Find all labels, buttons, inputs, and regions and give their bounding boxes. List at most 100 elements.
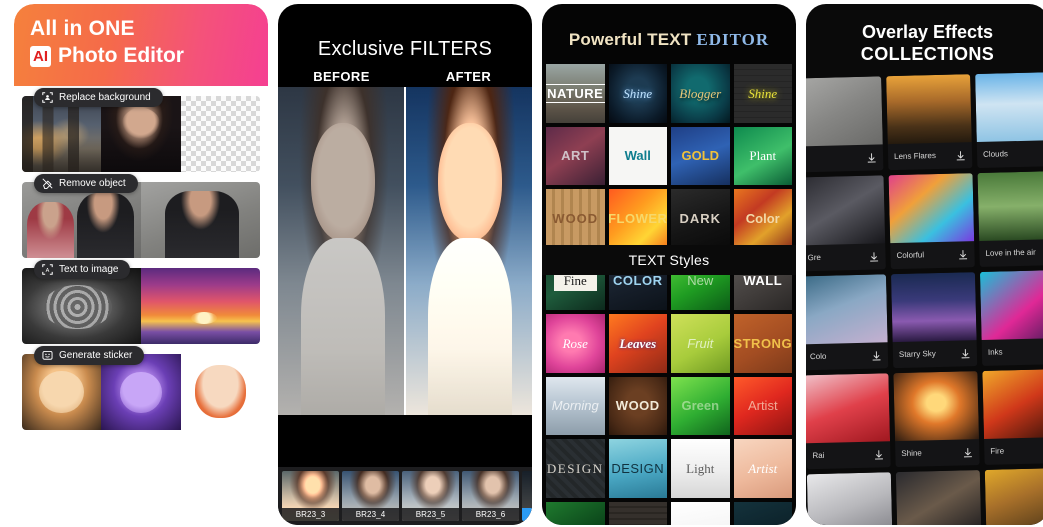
- text-style-tile[interactable]: Shine: [608, 64, 667, 123]
- text-style-tile[interactable]: Shine: [733, 64, 792, 123]
- text-style-tile[interactable]: SUPER: [546, 501, 605, 525]
- image-bw-rose: [22, 268, 141, 344]
- text-style-label: Blogger: [679, 85, 722, 101]
- text-style-tile[interactable]: Blogger: [671, 64, 730, 123]
- text-style-label: WOOD: [615, 398, 660, 414]
- text-style-label: Leaves: [619, 335, 657, 351]
- download-icon[interactable]: [873, 449, 884, 460]
- text-style-tile[interactable]: Morning: [546, 376, 605, 435]
- text-style-tile[interactable]: Color: [733, 189, 792, 248]
- before-after-compare[interactable]: [278, 87, 532, 415]
- overlay-label: Clouds: [982, 149, 1009, 159]
- text-style-label: Morning: [551, 398, 599, 414]
- overlay-card[interactable]: Gre: [806, 175, 886, 272]
- text-style-tile[interactable]: DESIGN: [608, 439, 667, 498]
- panel2-title: Exclusive FILTERS: [317, 38, 493, 60]
- screenshot-panel-overlays: Overlay Effects COLLECTIONS Lens Flares …: [806, 4, 1043, 525]
- text-style-tile[interactable]: DARK: [671, 189, 730, 248]
- text-style-label: WOOD: [552, 210, 599, 226]
- compare-divider-handle[interactable]: [404, 87, 406, 415]
- overlay-card[interactable]: Starry Sky: [890, 272, 978, 369]
- svg-text:A: A: [46, 268, 50, 274]
- text-style-tile[interactable]: Beauty: [671, 501, 730, 525]
- overlay-card[interactable]: Colo: [806, 274, 889, 371]
- text-style-label: COLOR: [613, 273, 663, 289]
- download-icon[interactable]: [962, 447, 973, 458]
- text-style-tile[interactable]: WOOD: [608, 376, 667, 435]
- feature-card-text-to-image[interactable]: A Text to image: [22, 260, 268, 344]
- feature-card-generate-sticker[interactable]: Generate sticker: [22, 346, 268, 430]
- text-style-tile[interactable]: FLOWER: [608, 189, 667, 248]
- text-style-label: Artist: [748, 460, 778, 476]
- overlay-card[interactable]: Lens Flares: [886, 74, 973, 171]
- text-style-tile[interactable]: Leaves: [608, 314, 667, 373]
- feature-label: Replace background: [59, 92, 151, 103]
- feature-images: [22, 96, 260, 172]
- image-transparent-checker: [180, 96, 260, 172]
- text-styles-overlay-label: TEXT Styles: [542, 245, 796, 275]
- text-style-tile[interactable]: STRONG: [733, 314, 792, 373]
- text-style-tile[interactable]: WOOD: [546, 189, 605, 248]
- overlay-collection-grid[interactable]: Lens Flares Clouds Gre Colorful Love in …: [806, 72, 1043, 525]
- image-woman-portrait: [101, 96, 181, 172]
- text-style-tile[interactable]: Wall: [608, 126, 667, 185]
- text-style-tile[interactable]: Light: [671, 439, 730, 498]
- download-icon[interactable]: [866, 152, 877, 163]
- feature-pill-generate-sticker: Generate sticker: [34, 346, 145, 365]
- filter-strip[interactable]: BR23_3 BR23_4 BR23_5 BR23_6 BR23_7 BR23_…: [278, 467, 532, 525]
- eraser-icon: [42, 178, 53, 189]
- download-icon[interactable]: [960, 348, 971, 359]
- text-style-label: SUPER: [552, 524, 599, 525]
- text-style-tile[interactable]: GOLD: [671, 126, 730, 185]
- download-icon[interactable]: [955, 150, 966, 161]
- overlay-card[interactable]: Inks: [979, 269, 1043, 366]
- filter-label: BR23_3: [282, 508, 339, 521]
- overlay-label: Inks: [987, 347, 1003, 357]
- text-style-label: DESIGN: [611, 460, 665, 476]
- text-style-label: WALL: [743, 273, 783, 289]
- overlay-card[interactable]: Love in the air: [977, 170, 1043, 268]
- feature-card-replace-background[interactable]: Replace background: [22, 88, 268, 172]
- screenshot-panel-filters: Exclusive FILTERS BEFORE AFTER BR23_3 BR…: [278, 4, 532, 525]
- panel2-spacer: [278, 415, 532, 467]
- filter-thumb[interactable]: BR23_5: [402, 471, 459, 521]
- app-store-screenshot-gallery: All in ONE AI Photo Editor Replace backg…: [0, 0, 1043, 527]
- download-icon[interactable]: [871, 350, 882, 361]
- filter-thumb[interactable]: BR23_3: [282, 471, 339, 521]
- text-style-label: New: [687, 273, 714, 289]
- feature-label: Text to image: [59, 264, 119, 275]
- text-style-tile[interactable]: Shine: [608, 501, 667, 525]
- overlay-card[interactable]: Smart effects - Fall: [984, 467, 1043, 525]
- text-style-tile[interactable]: Green: [671, 376, 730, 435]
- filter-thumb[interactable]: BR23_6: [462, 471, 519, 521]
- text-style-tile[interactable]: Plant: [733, 126, 792, 185]
- text-style-label: Light: [686, 460, 715, 476]
- download-icon[interactable]: [957, 249, 968, 260]
- text-style-label: GOLD: [743, 524, 783, 525]
- overlay-card[interactable]: Shine: [893, 371, 980, 468]
- overlay-card[interactable]: Shimmering: [895, 470, 983, 525]
- text-style-label: ART: [561, 148, 590, 164]
- filter-thumb[interactable]: BR23_4: [342, 471, 399, 521]
- text-style-tile[interactable]: ART: [546, 126, 605, 185]
- overlay-card[interactable]: Fire: [982, 368, 1043, 465]
- download-icon[interactable]: [868, 251, 879, 262]
- text-style-tile[interactable]: Rose: [546, 314, 605, 373]
- text-style-grid[interactable]: NATURE Shine Blogger Shine ART Wall GOLD…: [542, 64, 796, 525]
- text-style-tile[interactable]: Artist: [733, 376, 792, 435]
- text-style-tile[interactable]: Artist: [733, 439, 792, 498]
- feature-card-remove-object[interactable]: Remove object: [22, 174, 268, 258]
- overlay-card[interactable]: Clouds: [975, 72, 1043, 169]
- overlay-card[interactable]: Colorful: [888, 173, 975, 270]
- text-style-tile[interactable]: DESIGN: [546, 439, 605, 498]
- text-style-tile[interactable]: NATURE: [546, 64, 605, 123]
- overlay-card[interactable]: Rai: [806, 373, 891, 470]
- image-two-men: [22, 182, 141, 258]
- overlay-card[interactable]: Abs: [806, 472, 894, 525]
- feature-label: Remove object: [59, 178, 126, 189]
- filter-thumb-selected[interactable]: BR23_7: [522, 471, 532, 521]
- text-style-label: Shine: [748, 85, 778, 101]
- text-style-tile[interactable]: GOLD: [733, 501, 792, 525]
- text-style-tile[interactable]: Fruit: [671, 314, 730, 373]
- overlay-card[interactable]: [806, 76, 884, 173]
